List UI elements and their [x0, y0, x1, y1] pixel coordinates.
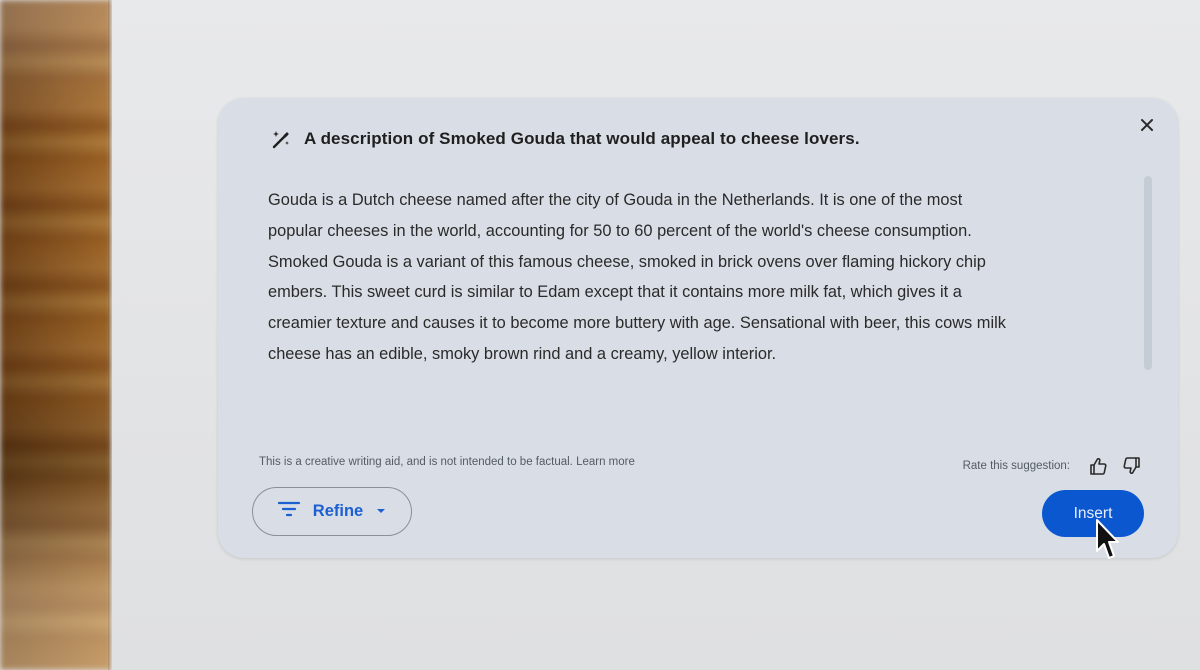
prompt-row: A description of Smoked Gouda that would… — [270, 128, 860, 150]
suggestion-line: embers. This sweet curd is similar to Ed… — [268, 283, 962, 302]
learn-more-link[interactable]: Learn more — [576, 456, 635, 468]
rate-label: Rate this suggestion: — [962, 460, 1070, 472]
thumbs-up-icon[interactable] — [1086, 454, 1110, 478]
thumbs-down-icon[interactable] — [1120, 454, 1144, 478]
suggestion-line: popular cheeses in the world, accounting… — [268, 221, 972, 240]
suggestion-text: Gouda is a Dutch cheese named after the … — [268, 185, 1128, 370]
disclaimer-text: This is a creative writing aid, and is n… — [259, 456, 573, 468]
suggestion-line: Gouda is a Dutch cheese named after the … — [268, 191, 963, 209]
insert-button[interactable]: Insert — [1042, 490, 1144, 537]
prompt-title: A description of Smoked Gouda that would… — [304, 129, 860, 148]
suggestion-line: cheese has an edible, smoky brown rind a… — [268, 344, 777, 363]
scrollbar[interactable] — [1144, 176, 1152, 370]
refine-label: Refine — [312, 502, 364, 520]
magic-wand-icon — [270, 128, 292, 150]
close-icon[interactable] — [1134, 112, 1160, 138]
chevron-down-icon — [375, 503, 387, 521]
disclaimer: This is a creative writing aid, and is n… — [259, 456, 635, 468]
background-photo — [0, 0, 112, 670]
help-me-write-panel: A description of Smoked Gouda that would… — [218, 98, 1178, 558]
suggestion-line: creamier texture and causes it to become… — [268, 314, 1006, 333]
filter-icon — [277, 500, 301, 523]
refine-button[interactable]: Refine — [252, 487, 412, 536]
suggestion-line: Smoked Gouda is a variant of this famous… — [268, 252, 986, 271]
mouse-cursor-icon — [1094, 518, 1120, 567]
rating-row: Rate this suggestion: — [963, 454, 1144, 478]
